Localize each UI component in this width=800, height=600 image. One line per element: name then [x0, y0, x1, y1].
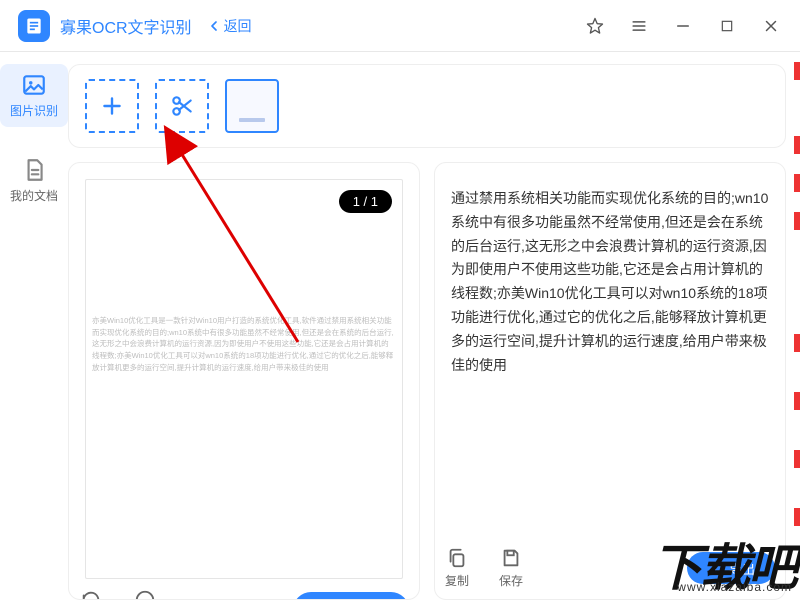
app-logo [18, 10, 50, 42]
decoration [794, 334, 800, 352]
nav-image-label: 图片识别 [10, 102, 58, 119]
rotate-icon [80, 589, 102, 600]
window-controls [584, 15, 782, 37]
text-panel: 通过禁用系统相关功能而实现优化系统的目的;wn10系统中有很多功能虽然不经常使用… [434, 162, 786, 600]
ocr-result-text[interactable]: 通过禁用系统相关功能而实现优化系统的目的;wn10系统中有很多功能虽然不经常使用… [435, 163, 785, 391]
document-icon [21, 157, 47, 183]
rotate-button[interactable]: 旋转 [79, 589, 103, 600]
nav-docs-label: 我的文档 [10, 187, 58, 204]
close-button[interactable] [760, 15, 782, 37]
delete-button[interactable]: 删除 [133, 589, 157, 600]
favorite-button[interactable] [584, 15, 606, 37]
menu-button[interactable] [628, 15, 650, 37]
screenshot-button[interactable] [155, 79, 209, 133]
decoration [794, 508, 800, 526]
panels: 1 / 1 亦美Win10优化工具是一款针对Win10用户打造的系统优化工具,软… [68, 162, 786, 600]
left-action-bar: 旋转 删除 开始识别 [69, 579, 419, 600]
preview-text: 亦美Win10优化工具是一款针对Win10用户打造的系统优化工具,软件通过禁用系… [92, 315, 396, 373]
back-button[interactable]: 返回 [206, 16, 252, 36]
main-area: 图片识别 我的文档 1 / 1 [0, 52, 800, 600]
export-label: 导出 [729, 559, 755, 578]
decoration [794, 450, 800, 468]
save-button[interactable]: 保存 [499, 547, 523, 589]
add-image-button[interactable] [85, 79, 139, 133]
decoration [794, 136, 800, 154]
export-icon [707, 560, 723, 576]
save-icon [500, 547, 522, 569]
scissors-icon [169, 93, 195, 119]
page-indicator: 1 / 1 [339, 190, 392, 213]
minus-circle-icon [134, 589, 156, 600]
nav-image-ocr[interactable]: 图片识别 [0, 64, 68, 127]
decoration [794, 392, 800, 410]
document-preview[interactable]: 1 / 1 亦美Win10优化工具是一款针对Win10用户打造的系统优化工具,软… [85, 179, 403, 579]
decoration [794, 62, 800, 80]
maximize-button[interactable] [716, 15, 738, 37]
thumbnail-1[interactable] [225, 79, 279, 133]
image-icon [21, 72, 47, 98]
app-name: 寡果OCR文字识别 [60, 14, 192, 38]
content: 1 / 1 亦美Win10优化工具是一款针对Win10用户打造的系统优化工具,软… [68, 52, 800, 600]
start-ocr-button[interactable]: 开始识别 [293, 592, 409, 600]
copy-icon [446, 547, 468, 569]
plus-icon [99, 93, 125, 119]
title-bar: 寡果OCR文字识别 返回 [0, 0, 800, 52]
save-label: 保存 [499, 572, 523, 589]
chevron-left-icon [206, 18, 222, 34]
copy-label: 复制 [445, 572, 469, 589]
left-nav: 图片识别 我的文档 [0, 52, 68, 600]
decoration [794, 174, 800, 192]
minimize-button[interactable] [672, 15, 694, 37]
nav-my-docs[interactable]: 我的文档 [0, 149, 68, 212]
export-button[interactable]: 导出 [687, 552, 775, 584]
image-panel: 1 / 1 亦美Win10优化工具是一款针对Win10用户打造的系统优化工具,软… [68, 162, 420, 600]
back-label: 返回 [224, 16, 252, 36]
thumbnail-strip [68, 64, 786, 148]
copy-button[interactable]: 复制 [445, 547, 469, 589]
right-action-bar: 复制 保存 导出 [435, 537, 785, 599]
decoration [794, 212, 800, 230]
